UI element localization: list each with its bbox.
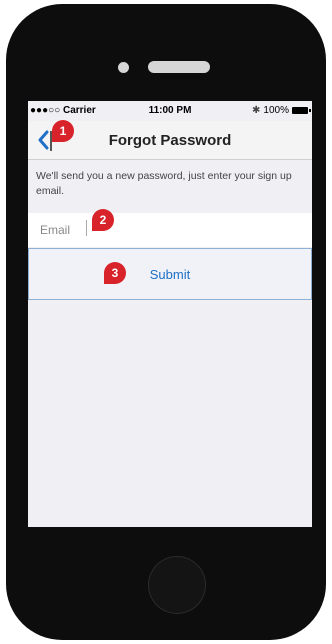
email-field[interactable] — [28, 213, 312, 247]
bluetooth-icon: ✱ — [252, 105, 261, 116]
email-row — [28, 213, 312, 247]
home-button[interactable] — [148, 556, 206, 614]
battery-icon — [292, 107, 311, 114]
battery-indicator: ✱ 100% — [252, 105, 311, 116]
front-camera — [118, 62, 129, 73]
annotation-badge-2: 2 — [92, 209, 114, 231]
battery-percent: 100% — [263, 105, 289, 116]
earpiece-speaker — [148, 61, 210, 73]
annotation-badge-3: 3 — [104, 262, 126, 284]
submit-button[interactable]: Submit — [28, 248, 312, 300]
annotation-badge-1: 1 — [52, 120, 74, 142]
info-text: We'll send you a new password, just ente… — [36, 170, 292, 197]
status-bar: ●●●○○ Carrier 11:00 PM ✱ 100% — [28, 101, 312, 121]
annotation-cursor — [86, 220, 87, 236]
phone-screen: ●●●○○ Carrier 11:00 PM ✱ 100% Forgot Pas… — [28, 101, 312, 527]
